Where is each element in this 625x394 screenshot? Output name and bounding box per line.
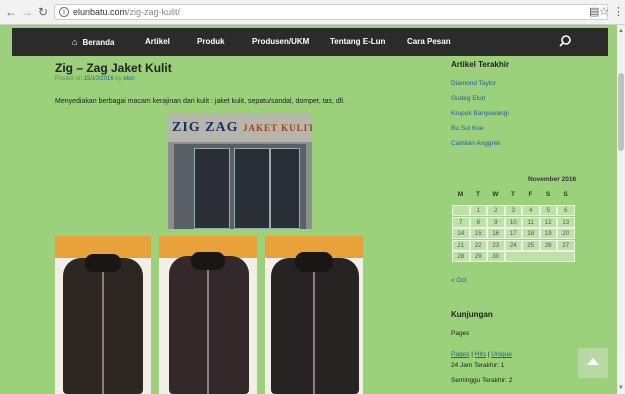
page-scrollbar[interactable]: ▲ ▼ <box>617 25 625 394</box>
stats-tab-unique[interactable]: Unique <box>491 351 512 358</box>
calendar-day: 15 <box>469 228 487 239</box>
post-meta: Posted on 15/10/2016 by elun <box>55 76 135 82</box>
calendar-weekday-header: W <box>492 191 499 198</box>
calendar-day: 9 <box>487 216 505 228</box>
menu-item-produk[interactable]: Produk <box>197 28 225 56</box>
calendar-weekday-header: M <box>457 191 464 198</box>
visits-title: Kunjungan <box>451 310 493 319</box>
calendar-day: 30 <box>487 251 505 262</box>
calendar-day: 10 <box>504 216 522 228</box>
calendar-day: 28 <box>452 251 470 262</box>
calendar-day: 23 <box>487 239 505 251</box>
shop-door <box>270 148 300 229</box>
recent-post-link[interactable]: Camilan Anggrek <box>451 140 501 147</box>
post-date-link[interactable]: 15/10/2016 <box>84 76 114 82</box>
calendar-day: 17 <box>504 228 522 239</box>
calendar-day: 4 <box>522 205 540 216</box>
search-icon[interactable] <box>558 34 572 48</box>
calendar-day: 19 <box>539 228 557 239</box>
menu-item-cara-pesan[interactable]: Cara Pesan <box>407 28 451 56</box>
menu-dots-icon[interactable]: ⋮ <box>613 5 624 19</box>
shop-front <box>174 144 306 229</box>
calendar-day: 13 <box>557 216 575 228</box>
translate-icon[interactable]: ▤ <box>589 5 599 19</box>
prev-month-link[interactable]: « Oct <box>451 277 467 284</box>
calendar-weekday-header: S <box>545 191 551 198</box>
calendar-day: 24 <box>504 239 522 251</box>
stats-tabs: Pages | Hits | Unique <box>451 351 512 358</box>
star-icon[interactable]: ☆ <box>599 5 609 19</box>
home-icon: ⌂ <box>72 37 78 47</box>
recent-post-link[interactable]: Bu Sul Kue <box>451 125 484 132</box>
reload-icon[interactable]: ↻ <box>36 5 50 19</box>
recent-posts-title: Artikel Terakhir <box>451 60 510 69</box>
calendar-day: 14 <box>452 228 470 239</box>
jacket-photo-2[interactable] <box>159 236 257 394</box>
url-text: elunbatu.com/zig-zag-kulit/ <box>73 7 181 17</box>
calendar-empty-cell <box>504 251 575 262</box>
address-bar[interactable]: i elunbatu.com/zig-zag-kulit/ <box>54 4 608 20</box>
forward-arrow-icon[interactable]: → <box>20 5 34 19</box>
calendar-day: 26 <box>539 239 557 251</box>
stats-tab-hits[interactable]: Hits <box>475 351 486 358</box>
menu-item-tentang[interactable]: Tentang E-Lun <box>330 28 385 56</box>
calendar-day: 20 <box>557 228 575 239</box>
calendar-empty-cell <box>452 205 470 216</box>
calendar-day: 18 <box>522 228 540 239</box>
calendar-caption: November 2016 <box>528 176 577 183</box>
back-to-top-button[interactable] <box>578 348 608 378</box>
back-arrow-icon[interactable]: ← <box>4 5 18 19</box>
calendar-day: 8 <box>469 216 487 228</box>
calendar-day: 3 <box>504 205 522 216</box>
page-content: ⌂ Beranda Artikel Produk Produsen/UKM Ten… <box>0 25 617 394</box>
recent-post-link[interactable]: Krupuk Banyuwangi <box>451 110 509 117</box>
jacket-photo-3[interactable] <box>265 236 363 394</box>
shop-door <box>194 148 230 229</box>
pages-label: Pages <box>451 330 470 337</box>
main-menu: ⌂ Beranda Artikel Produk Produsen/UKM Ten… <box>12 28 608 56</box>
calendar-weekday-header: T <box>511 191 515 198</box>
calendar-weekday-header: F <box>528 191 533 198</box>
calendar-weekday-header: S <box>563 191 568 198</box>
calendar-day: 22 <box>469 239 487 251</box>
menu-item-beranda[interactable]: ⌂ Beranda <box>72 28 114 56</box>
browser-toolbar: ← → ↻ i elunbatu.com/zig-zag-kulit/ ▤ ☆ … <box>0 0 625 25</box>
menu-item-produsen[interactable]: Produsen/UKM <box>252 28 309 56</box>
calendar-day: 5 <box>539 205 557 216</box>
stats-tab-pages[interactable]: Pages <box>451 351 469 358</box>
calendar-day: 25 <box>522 239 540 251</box>
scroll-down-icon[interactable]: ▼ <box>617 384 625 392</box>
calendar-day: 11 <box>522 216 540 228</box>
calendar-day: 16 <box>487 228 505 239</box>
calendar-day: 27 <box>557 239 575 251</box>
calendar-day: 29 <box>469 251 487 262</box>
recent-post-link[interactable]: Gudeg Elun <box>451 95 485 102</box>
jacket-photo-1[interactable] <box>55 236 151 394</box>
arrow-up-icon <box>587 358 599 365</box>
stat-last-24h: 24 Jam Terakhir: 1 <box>451 362 505 369</box>
shop-door <box>234 148 270 229</box>
calendar-day: 1 <box>469 205 487 216</box>
calendar-day: 21 <box>452 239 470 251</box>
shop-photo[interactable]: ZIG ZAG JAKET KULIT <box>168 114 312 229</box>
calendar-day: 12 <box>539 216 557 228</box>
stat-last-week: Seminggu Terakhir: 2 <box>451 377 513 384</box>
scroll-thumb[interactable] <box>618 73 624 151</box>
shop-sign: ZIG ZAG JAKET KULIT <box>168 114 312 142</box>
calendar-day: 7 <box>452 216 470 228</box>
post-excerpt: Menyediakan berbagai macam kerajinan dar… <box>55 98 345 105</box>
info-icon[interactable]: i <box>59 7 69 17</box>
post-title[interactable]: Zig – Zag Jaket Kulit <box>55 61 172 75</box>
recent-post-link[interactable]: Diamond Taylor <box>451 80 496 87</box>
post-author-link[interactable]: elun <box>123 76 134 82</box>
calendar-weekday-header: T <box>476 191 480 198</box>
calendar-day: 6 <box>557 205 575 216</box>
calendar-day: 2 <box>487 205 505 216</box>
menu-item-artikel[interactable]: Artikel <box>145 28 170 56</box>
scroll-up-icon[interactable]: ▲ <box>617 27 625 35</box>
